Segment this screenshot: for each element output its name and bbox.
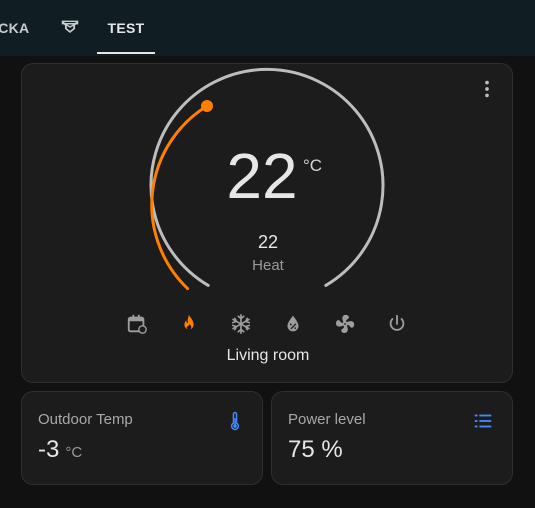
hvac-mode-label: Heat [252, 257, 284, 274]
dial-handle [201, 100, 213, 112]
mode-dry-button[interactable] [279, 310, 307, 338]
outdoor-temp-card[interactable]: Outdoor Temp -3 °C [21, 391, 263, 485]
current-temperature: 22 [226, 140, 298, 212]
top-app-bar: ICKA TEST [0, 0, 535, 56]
thermostat-card: 22 °C 22 Heat Living room [21, 63, 513, 383]
outdoor-temp-title: Outdoor Temp [38, 411, 133, 428]
mode-off-button[interactable] [383, 310, 411, 338]
tab-test[interactable]: TEST [97, 0, 155, 56]
outdoor-temp-unit: °C [65, 444, 83, 461]
mode-auto-button[interactable] [123, 310, 151, 338]
snowflake-icon [231, 314, 251, 334]
dots-vertical-icon[interactable] [476, 78, 498, 100]
outdoor-temp-value: -3 °C [38, 436, 82, 464]
power-icon [389, 314, 405, 331]
outdoor-temp-number: -3 [38, 436, 60, 463]
fire-icon [184, 314, 194, 330]
water-percent-icon [287, 315, 299, 332]
thermometer-icon [230, 411, 240, 431]
robot-vacuum-icon [61, 20, 79, 34]
power-level-card[interactable]: Power level 75 % [271, 391, 513, 485]
tab-partial-label: ICKA [0, 20, 30, 36]
tab-robot-vacuum[interactable] [56, 0, 84, 56]
power-level-title: Power level [288, 411, 366, 428]
fan-icon [336, 314, 355, 333]
target-temperature: 22 [257, 232, 279, 252]
tab-test-label: TEST [107, 20, 145, 36]
power-level-value: 75 % [288, 436, 343, 463]
mode-fan-button[interactable] [331, 310, 359, 338]
hvac-mode-buttons [123, 310, 413, 338]
format-list-bulleted-icon [474, 414, 492, 428]
calendar-sync-icon [127, 314, 147, 334]
tab-partial[interactable]: ICKA [0, 0, 38, 56]
thermostat-name: Living room [226, 347, 310, 364]
mode-heat-button[interactable] [175, 310, 203, 338]
active-tab-indicator [97, 52, 155, 54]
temperature-unit: °C [303, 156, 323, 175]
mode-cool-button[interactable] [227, 310, 255, 338]
